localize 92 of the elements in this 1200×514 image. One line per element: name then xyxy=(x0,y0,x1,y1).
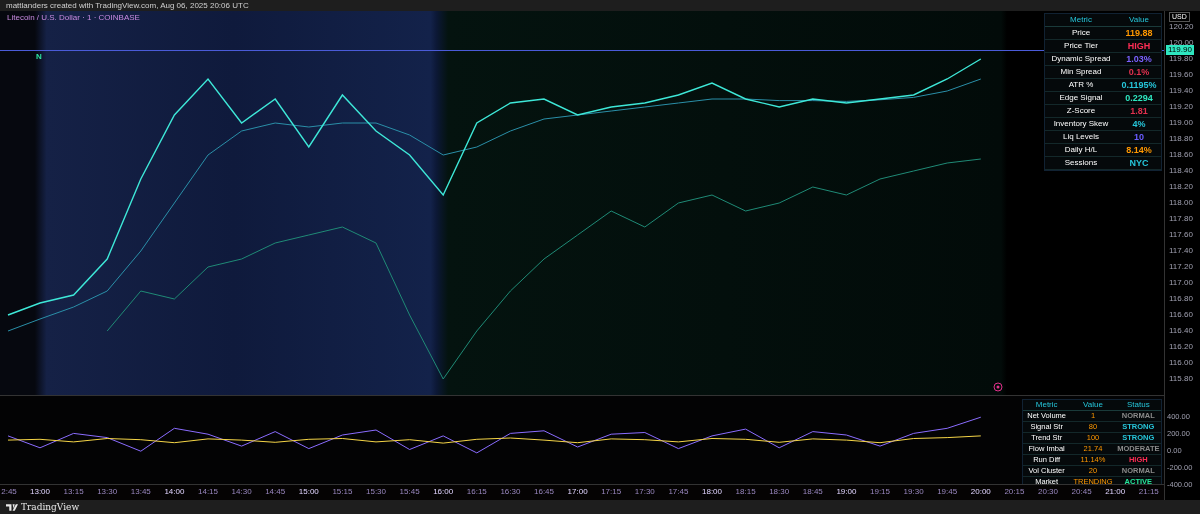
crosshair-icon xyxy=(993,382,1003,392)
signal-marker: N xyxy=(36,53,42,61)
table-cell-text: Sessions xyxy=(1063,157,1099,169)
price-label: 117.40 xyxy=(1169,247,1193,255)
time-label: 14:15 xyxy=(198,488,218,496)
price-label: 119.80 xyxy=(1169,55,1193,63)
table-cell-text: Liq Levels xyxy=(1062,131,1100,143)
time-label: 20:15 xyxy=(1004,488,1025,496)
table-cell-text: NYC xyxy=(1128,157,1150,169)
time-label: 21:15 xyxy=(1138,488,1159,496)
time-label: 21:00 xyxy=(1105,488,1126,496)
time-label: 14:45 xyxy=(265,488,286,496)
column-header: Metric xyxy=(1034,400,1059,410)
table-cell-text: 0.1% xyxy=(1127,66,1151,78)
time-label: 16:00 xyxy=(433,488,454,496)
table-cell-text: 0.2294 xyxy=(1124,92,1154,104)
time-label: 16:30 xyxy=(500,488,521,496)
price-label: 118.60 xyxy=(1169,151,1193,159)
price-label: 118.00 xyxy=(1169,199,1193,207)
time-label: 17:15 xyxy=(601,488,622,496)
time-label: 19:00 xyxy=(836,488,857,496)
column-header: Value xyxy=(1082,400,1104,410)
time-label: 15:15 xyxy=(332,488,353,496)
brand-name: TradingView xyxy=(21,502,80,512)
time-label: 13:45 xyxy=(130,488,151,496)
time-label: 18:15 xyxy=(735,488,756,496)
price-label: 117.20 xyxy=(1169,263,1193,271)
table-cell-text: 10 xyxy=(1133,131,1145,143)
time-label: 18:00 xyxy=(702,488,722,496)
time-label: 19:30 xyxy=(903,488,924,496)
table-cell-text: 4% xyxy=(1131,118,1147,130)
time-label: 18:30 xyxy=(769,488,790,496)
logo-icon xyxy=(6,503,18,511)
price-label: 119.20 xyxy=(1169,103,1193,111)
table-cell-text: 8.14% xyxy=(1125,144,1153,156)
time-label: 16:45 xyxy=(534,488,554,496)
time-label: 19:15 xyxy=(870,488,890,496)
table-cell-text: 0.1195% xyxy=(1120,79,1158,91)
price-label: 116.20 xyxy=(1169,343,1193,351)
time-label: 13:15 xyxy=(63,488,84,496)
time-label: 13:00 xyxy=(30,488,50,496)
table-cell-text: 119.88 xyxy=(1124,27,1154,39)
time-label: 18:45 xyxy=(802,488,823,496)
time-label: 17:00 xyxy=(567,488,588,496)
time-label: 19:45 xyxy=(937,488,958,496)
time-label: 16:15 xyxy=(466,488,487,496)
column-header: Metric xyxy=(1069,14,1093,26)
price-label: 119.60 xyxy=(1169,71,1193,79)
table-cell-text: Edge Signal xyxy=(1058,92,1104,104)
time-label: 17:45 xyxy=(668,488,689,496)
time-label: 15:00 xyxy=(298,488,319,496)
time-label: 15:30 xyxy=(366,488,386,496)
table-cell-text: Inventory Skew xyxy=(1052,118,1110,130)
price-label: 119.00 xyxy=(1169,119,1193,127)
table-cell-text: Price xyxy=(1070,27,1092,39)
column-header: Status xyxy=(1126,400,1151,410)
time-label: 20:30 xyxy=(1038,488,1058,496)
table-cell-text: 1.81 xyxy=(1129,105,1149,117)
price-label: 118.80 xyxy=(1169,135,1193,143)
time-label: 14:30 xyxy=(231,488,252,496)
price-label: 117.00 xyxy=(1169,279,1193,287)
price-label: 117.80 xyxy=(1169,215,1193,223)
time-label: 17:30 xyxy=(634,488,655,496)
time-label: 14:00 xyxy=(164,488,185,496)
table-cell-text: 1.03% xyxy=(1125,53,1153,65)
time-label: 20:00 xyxy=(970,488,991,496)
table-cell-text: Price Tier xyxy=(1063,40,1099,52)
price-label: 120.00 xyxy=(1169,39,1194,47)
time-label: 15:45 xyxy=(399,488,420,496)
price-label: 116.40 xyxy=(1169,327,1193,335)
price-label: 115.80 xyxy=(1169,375,1193,383)
table-cell-text: Dynamic Spread xyxy=(1050,53,1112,65)
time-label: 20:45 xyxy=(1071,488,1092,496)
table-cell-text: ATR % xyxy=(1067,79,1095,91)
table-cell-text: HIGH xyxy=(1126,40,1152,52)
price-label: 120.20 xyxy=(1169,23,1194,31)
table-cell-text: Min Spread xyxy=(1059,66,1103,78)
price-label: 119.40 xyxy=(1169,87,1193,95)
column-header: Value xyxy=(1128,14,1150,26)
price-label: 116.80 xyxy=(1169,295,1193,303)
last-price-tag: 119.90 xyxy=(1166,45,1194,55)
table-cell-text: Daily H/L xyxy=(1063,144,1099,156)
table-cell-text: Z-Score xyxy=(1065,105,1097,117)
price-label: 117.60 xyxy=(1169,231,1193,239)
time-label: 2:45 xyxy=(1,488,17,496)
price-label: 118.20 xyxy=(1169,183,1193,191)
price-label: 118.40 xyxy=(1169,167,1193,175)
price-label: 116.00 xyxy=(1169,359,1193,367)
symbol-legend: Litecoin / U.S. Dollar · 1 · COINBASE xyxy=(7,14,140,22)
header-title: mattlanders created with TradingView.com, Aug 06, 2025 20:06 UTC xyxy=(6,1,249,10)
time-label: 13:30 xyxy=(97,488,118,496)
price-label: 116.60 xyxy=(1169,311,1193,319)
